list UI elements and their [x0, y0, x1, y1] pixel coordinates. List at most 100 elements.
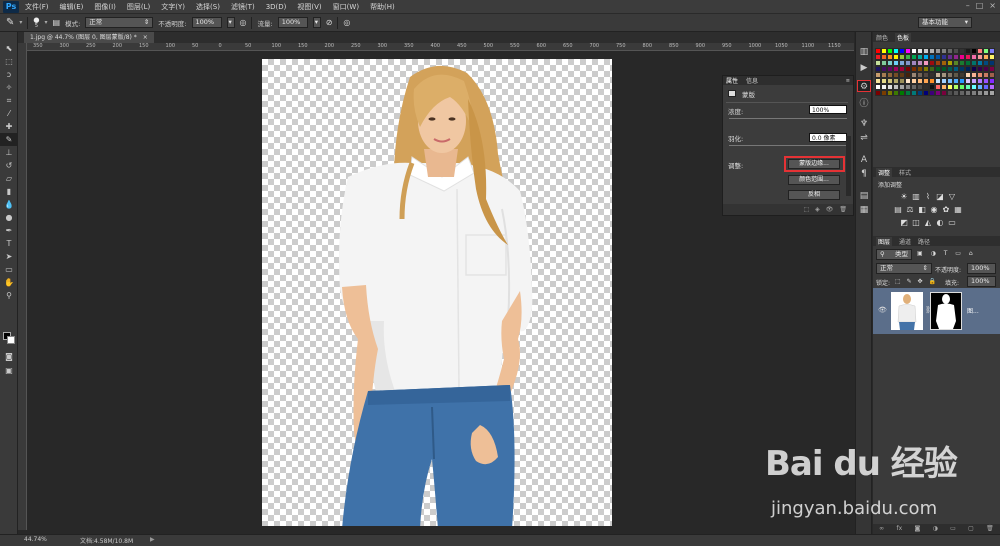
close-icon[interactable]: ×	[989, 1, 996, 10]
brush-size-dropdown-icon[interactable]: ▾	[45, 19, 48, 26]
tab-layers[interactable]: 图层	[876, 236, 893, 246]
gradient-map-icon[interactable]: ▭	[947, 218, 957, 228]
density-input[interactable]: 100%	[809, 105, 847, 114]
link-layers-icon[interactable]: ∞	[879, 524, 884, 534]
tab-color[interactable]: 颜色	[876, 33, 888, 42]
swatch-grid[interactable]	[875, 48, 997, 124]
type-tool-icon[interactable]: T	[0, 237, 18, 250]
eyedropper-tool-icon[interactable]: ⁄	[0, 107, 18, 120]
mode-select[interactable]: 正常 ⇕	[85, 17, 154, 28]
color-range-button[interactable]: 颜色范围...	[788, 175, 840, 185]
fx-icon[interactable]: fx	[896, 524, 902, 534]
workspace-select[interactable]: 基本功能 ▾	[918, 17, 972, 28]
posterize-icon[interactable]: ◫	[911, 218, 921, 228]
pressure-opacity-icon[interactable]: ◎	[240, 18, 247, 27]
density-slider[interactable]	[729, 118, 847, 119]
visibility-icon[interactable]: 👁	[826, 204, 834, 215]
opacity-slider-button[interactable]: ▾	[226, 17, 235, 28]
gradient-tool-icon[interactable]: ▮	[0, 185, 18, 198]
color-lookup-icon[interactable]: ▦	[953, 205, 963, 215]
layer-thumbnail[interactable]	[891, 292, 923, 330]
tab-info[interactable]: 信息	[746, 76, 758, 85]
menu-3d[interactable]: 3D(D)	[266, 3, 287, 11]
document-canvas[interactable]	[262, 59, 612, 526]
hand-tool-icon[interactable]: ✋	[0, 276, 18, 289]
fill-input[interactable]: 100%	[967, 276, 996, 287]
vibrance-icon[interactable]: ▽	[947, 192, 957, 202]
path-select-tool-icon[interactable]: ➤	[0, 250, 18, 263]
apply-mask-icon[interactable]: ◈	[815, 204, 820, 215]
new-group-icon[interactable]: ▭	[950, 524, 956, 534]
clone-source-icon[interactable]: ⇌	[858, 132, 870, 144]
pressure-size-icon[interactable]: ◎	[343, 18, 350, 27]
quick-select-tool-icon[interactable]: ✧	[0, 81, 18, 94]
document-tab[interactable]: 1.jpg @ 44.7% (图层 0, 图层蒙版/8) * ×	[24, 32, 154, 43]
background-color-swatch[interactable]	[7, 336, 15, 344]
history-icon[interactable]: ▥	[858, 46, 870, 58]
filter-icons[interactable]: ▣ ◑ T ▭ ⌂	[917, 250, 976, 257]
layer-opacity-input[interactable]: 100%	[967, 263, 996, 274]
exposure-icon[interactable]: ◪	[935, 192, 945, 202]
menu-file[interactable]: 文件(F)	[25, 2, 49, 12]
flow-slider-button[interactable]: ▾	[312, 17, 321, 28]
eraser-tool-icon[interactable]: ▱	[0, 172, 18, 185]
actions-icon[interactable]: ▶	[858, 62, 870, 74]
airbrush-icon[interactable]: ⊘	[326, 18, 333, 27]
eye-icon[interactable]: 👁	[878, 306, 887, 314]
lasso-tool-icon[interactable]: ↄ	[0, 68, 18, 81]
tool-preset-dropdown-icon[interactable]: ▾	[19, 19, 22, 26]
hue-saturation-icon[interactable]: ▤	[893, 205, 903, 215]
tab-swatches[interactable]: 色板	[895, 32, 912, 42]
tab-paths[interactable]: 路径	[918, 237, 930, 246]
zoom-tool-icon[interactable]: ⚲	[0, 289, 18, 302]
trash-icon[interactable]: 🗑	[839, 204, 847, 215]
shape-tool-icon[interactable]: ▭	[0, 263, 18, 276]
move-tool-icon[interactable]: ⬉	[0, 42, 18, 55]
paragraph-icon[interactable]: ¶	[858, 168, 870, 180]
menu-image[interactable]: 图像(I)	[94, 2, 116, 12]
feather-input[interactable]: 0.0 像素	[809, 133, 847, 142]
maximize-icon[interactable]: □	[976, 1, 984, 10]
menu-view[interactable]: 视图(V)	[297, 2, 321, 12]
panel-menu-icon[interactable]: ≡	[846, 78, 850, 84]
tab-channels[interactable]: 通道	[899, 237, 911, 246]
tab-properties[interactable]: 属性	[726, 76, 738, 85]
menu-edit[interactable]: 编辑(E)	[60, 2, 84, 12]
delete-layer-icon[interactable]: 🗑	[986, 524, 994, 534]
clone-stamp-tool-icon[interactable]: ⊥	[0, 146, 18, 159]
menu-help[interactable]: 帮助(H)	[370, 2, 395, 12]
close-tab-icon[interactable]: ×	[143, 34, 148, 41]
color-balance-icon[interactable]: ⚖	[905, 205, 915, 215]
brightness-icon[interactable]: ☀	[899, 192, 909, 202]
brush-presets-icon[interactable]: ♆	[858, 118, 870, 130]
threshold-icon[interactable]: ◭	[923, 218, 933, 228]
brush-tool-icon[interactable]: ✎	[0, 133, 18, 146]
blur-tool-icon[interactable]: 💧	[0, 198, 18, 211]
screen-mode-icon[interactable]: ▣	[0, 364, 18, 377]
styles-icon[interactable]: ▦	[858, 204, 870, 216]
menu-window[interactable]: 窗口(W)	[333, 2, 359, 12]
feather-slider[interactable]	[729, 145, 847, 146]
layer-mask-thumbnail[interactable]	[930, 292, 962, 330]
layer-comps-icon[interactable]: ▤	[858, 190, 870, 202]
layer-row-selected[interactable]: 👁 ⛓ 图...	[873, 288, 1000, 334]
selective-color-icon[interactable]: ◐	[935, 218, 945, 228]
history-brush-tool-icon[interactable]: ↺	[0, 159, 18, 172]
menu-type[interactable]: 文字(Y)	[161, 2, 185, 12]
menu-filter[interactable]: 滤镜(T)	[231, 2, 255, 12]
status-arrow-icon[interactable]: ▶	[150, 536, 155, 543]
new-adjustment-icon[interactable]: ◑	[933, 524, 938, 534]
photo-filter-icon[interactable]: ◉	[929, 205, 939, 215]
dodge-tool-icon[interactable]: ●	[0, 211, 18, 224]
curves-icon[interactable]: ⌇	[923, 192, 933, 202]
document-size-info[interactable]: 文档:4.58M/10.8M	[80, 536, 133, 545]
blend-mode-select[interactable]: 正常 ⇕	[876, 263, 932, 274]
levels-icon[interactable]: ▥	[911, 192, 921, 202]
new-layer-icon[interactable]: ▢	[968, 524, 974, 534]
brush-panel-icon[interactable]: ▤	[53, 18, 61, 27]
lock-icons[interactable]: ⬚ ✎ ✥ 🔒	[895, 278, 938, 285]
load-selection-icon[interactable]: ⬚	[803, 204, 809, 215]
invert-adj-icon[interactable]: ◩	[899, 218, 909, 228]
quick-mask-icon[interactable]: ◙	[0, 350, 18, 363]
black-white-icon[interactable]: ◧	[917, 205, 927, 215]
